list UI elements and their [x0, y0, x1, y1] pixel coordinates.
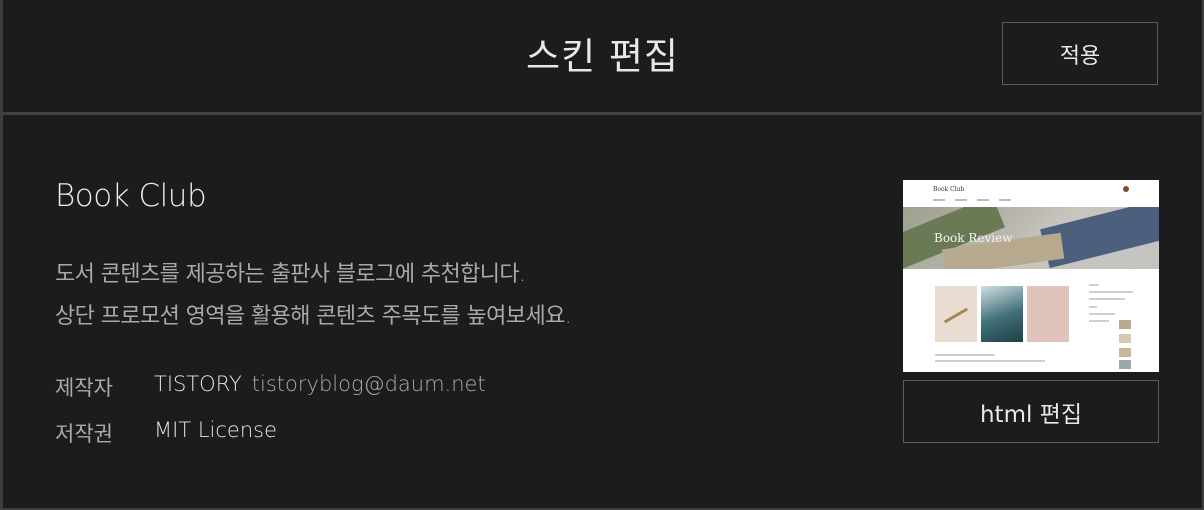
skin-description-line-2: 상단 프로모션 영역을 활용해 콘텐츠 주목도를 높여보세요. — [55, 304, 572, 329]
license-label: 저작권 — [55, 422, 113, 446]
skin-name: Book Club — [55, 178, 207, 214]
preview-logo: Book Club — [933, 186, 965, 193]
preview-banner-title: Book Review — [934, 231, 1013, 245]
html-edit-button[interactable]: html 편집 — [903, 380, 1159, 443]
preview-mini-thumb — [1119, 320, 1131, 329]
preview-mini-thumb — [1119, 334, 1131, 343]
skin-description-line-1: 도서 콘텐츠를 제공하는 출판사 블로그에 추천합니다. — [55, 262, 526, 287]
preview-nav — [933, 199, 1023, 202]
preview-book-card — [1027, 286, 1069, 342]
preview-profile-icon — [1123, 186, 1129, 192]
preview-text-lines — [935, 354, 1045, 366]
header: 스킨 편집 적용 — [3, 0, 1202, 115]
preview-mini-thumb — [1119, 348, 1131, 357]
preview-book-card — [981, 286, 1023, 342]
license-value: MIT License — [154, 418, 277, 442]
author-label: 제작자 — [55, 376, 113, 400]
preview-book-card — [935, 286, 977, 342]
preview-banner: Book Review — [903, 207, 1159, 269]
apply-button[interactable]: 적용 — [1002, 22, 1158, 85]
author-email: tistoryblog@daum.net — [251, 372, 486, 396]
skin-edit-panel: 스킨 편집 적용 Book Club 도서 콘텐츠를 제공하는 출판사 블로그에… — [0, 0, 1204, 510]
author-name: TISTORY — [154, 372, 242, 396]
skin-preview-thumbnail: Book Club Book Review — [903, 180, 1159, 372]
preview-mini-thumb — [1119, 360, 1131, 369]
author-info: TISTORY tistoryblog@daum.net — [154, 372, 486, 396]
